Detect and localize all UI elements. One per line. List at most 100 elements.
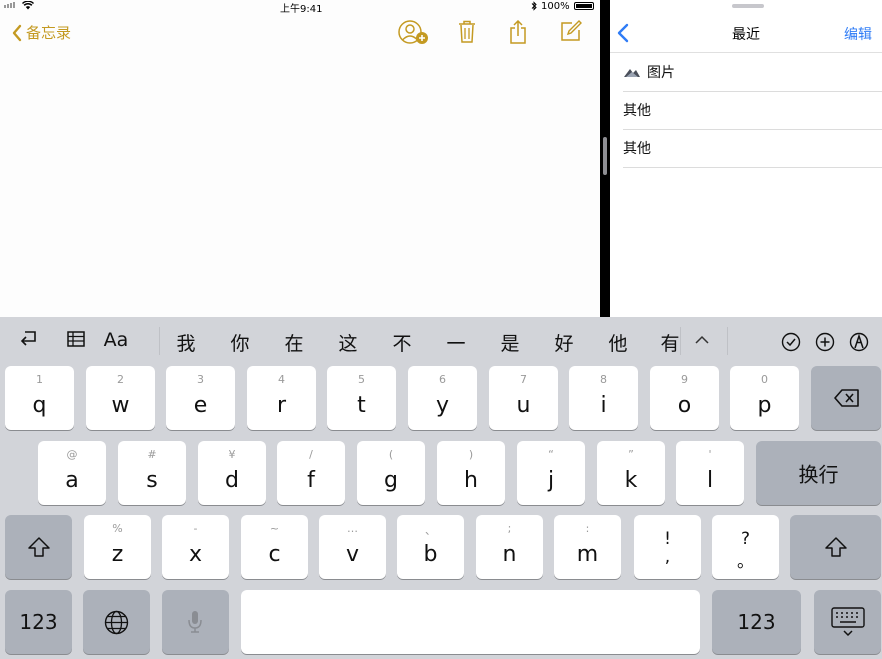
key-y[interactable]: 6y (408, 366, 477, 430)
key-o[interactable]: 9o (650, 366, 719, 430)
numbers-key-label: 123 (737, 610, 776, 634)
candidate-word[interactable]: 你 (225, 329, 255, 356)
globe-icon (104, 610, 129, 635)
bluetooth-icon (531, 1, 537, 11)
list-item-other[interactable]: 其他 (623, 91, 882, 130)
dictation-key[interactable] (162, 590, 229, 654)
candidate-word[interactable]: 好 (549, 329, 579, 356)
key-m[interactable]: :m (554, 515, 621, 579)
markup-pen-icon[interactable] (849, 332, 869, 352)
numbers-key-label: 123 (19, 610, 58, 634)
key-letter: x (188, 542, 203, 567)
list-item-images[interactable]: 图片 (623, 53, 882, 92)
key-secondary-char: 7 (520, 373, 527, 386)
key-z[interactable]: % z (84, 515, 151, 579)
list-item-other[interactable]: 其他 (623, 129, 882, 168)
key-secondary-char: 1 (36, 373, 43, 386)
key-top-char: ? (740, 529, 751, 549)
edit-button[interactable]: 编辑 (844, 24, 872, 44)
key-secondary-char: : (585, 522, 590, 535)
key-s[interactable]: # s (118, 441, 186, 505)
key-w[interactable]: 2w (86, 366, 155, 430)
key-letter: s (146, 468, 158, 493)
key-u[interactable]: 7u (489, 366, 558, 430)
key-a[interactable]: @ a (38, 441, 106, 505)
key-secondary-char: % (112, 522, 123, 535)
key-letter: u (516, 393, 531, 418)
add-people-icon[interactable] (397, 20, 429, 46)
key-secondary-char: 2 (117, 373, 124, 386)
dismiss-keyboard-key[interactable] (814, 590, 881, 654)
table-icon[interactable] (66, 329, 86, 349)
key-letter: n (502, 542, 517, 567)
key-question-period[interactable]: ? 。 (712, 515, 779, 579)
candidate-bar: Aa 我 你 在 这 不 一 是 好 他 有 (0, 317, 882, 365)
key-n[interactable]: ; n (476, 515, 543, 579)
key-j[interactable]: “j (517, 441, 585, 505)
shift-key-left[interactable] (5, 515, 72, 579)
key-i[interactable]: 8i (569, 366, 638, 430)
undo-icon[interactable] (17, 329, 39, 349)
candidate-word[interactable]: 这 (333, 329, 363, 356)
back-label: 备忘录 (26, 24, 72, 42)
key-secondary-char: - (193, 522, 198, 535)
key-f[interactable]: / f (277, 441, 345, 505)
key-g[interactable]: (g (357, 441, 425, 505)
key-secondary-char: 0 (761, 373, 768, 386)
compose-icon[interactable] (560, 20, 582, 42)
key-k[interactable]: ” k (597, 441, 665, 505)
candidate-word[interactable]: 在 (279, 329, 309, 356)
key-letter: a (65, 468, 79, 493)
key-secondary-char: … (347, 522, 358, 535)
recents-title: 最近 (732, 27, 760, 43)
key-letter: b (423, 542, 438, 567)
candidate-separator (159, 327, 160, 355)
plus-circle-icon[interactable] (815, 332, 835, 352)
key-q[interactable]: 1q (5, 366, 74, 430)
back-to-notes-button[interactable]: 备忘录 (12, 22, 71, 43)
key-bottom-char: , (664, 547, 671, 567)
wifi-icon (22, 1, 34, 10)
candidate-word[interactable]: 我 (171, 329, 201, 356)
key-secondary-char: 、 (425, 524, 436, 537)
key-letter: z (111, 542, 124, 567)
format-button[interactable]: Aa (101, 329, 131, 351)
candidate-word[interactable]: 一 (441, 329, 471, 356)
key-secondary-char: ) (468, 448, 474, 461)
globe-key[interactable] (83, 590, 150, 654)
key-p[interactable]: 0p (730, 366, 799, 430)
chevron-up-icon[interactable] (694, 335, 710, 345)
backspace-icon (834, 389, 859, 407)
numbers-key-left[interactable]: 123 (5, 590, 72, 654)
share-icon[interactable] (509, 20, 527, 44)
keyboard-dismiss-icon (831, 607, 865, 637)
pane-grabber[interactable] (732, 4, 764, 8)
key-x[interactable]: -x (162, 515, 229, 579)
key-v[interactable]: … v (319, 515, 386, 579)
return-key[interactable]: 换行 (756, 441, 881, 505)
checklist-icon[interactable] (781, 332, 801, 352)
candidate-word[interactable]: 不 (387, 329, 417, 356)
key-secondary-char: 8 (600, 373, 607, 386)
key-h[interactable]: ) h (437, 441, 505, 505)
space-key[interactable] (241, 590, 700, 654)
key-letter: f (307, 468, 315, 493)
trash-icon[interactable] (458, 20, 476, 44)
candidate-word[interactable]: 是 (495, 329, 525, 356)
key-secondary-char: 4 (278, 373, 285, 386)
delete-key[interactable] (811, 366, 881, 430)
key-secondary-char: 6 (439, 373, 446, 386)
key-c[interactable]: ~ c (241, 515, 308, 579)
key-letter: k (624, 468, 638, 493)
key-t[interactable]: 5t (327, 366, 396, 430)
key-e[interactable]: 3e (166, 366, 235, 430)
key-r[interactable]: 4r (247, 366, 316, 430)
numbers-key-right[interactable]: 123 (712, 590, 801, 654)
split-view-handle[interactable] (603, 137, 607, 175)
key-b[interactable]: 、 b (397, 515, 464, 579)
key-exclamation-comma[interactable]: ! , (634, 515, 701, 579)
key-l[interactable]: ' l (676, 441, 744, 505)
shift-key-right[interactable] (790, 515, 881, 579)
key-d[interactable]: ¥ d (198, 441, 266, 505)
candidate-word[interactable]: 他 (603, 329, 633, 356)
